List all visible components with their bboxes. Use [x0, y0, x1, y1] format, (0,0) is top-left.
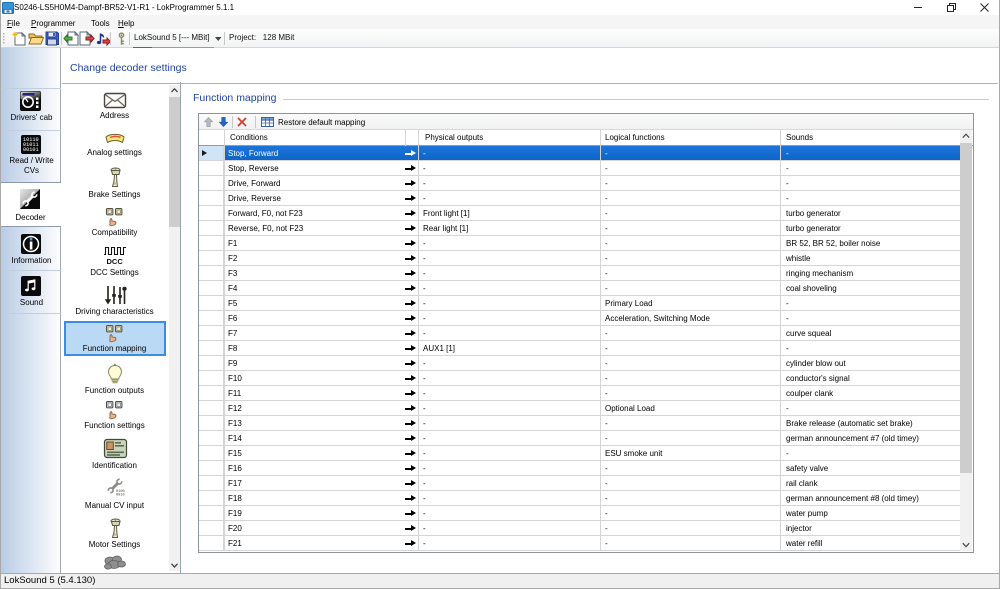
- svg-text:0010: 0010: [116, 494, 125, 498]
- svg-text:00101: 00101: [23, 147, 39, 153]
- svg-text:DCC: DCC: [107, 257, 124, 266]
